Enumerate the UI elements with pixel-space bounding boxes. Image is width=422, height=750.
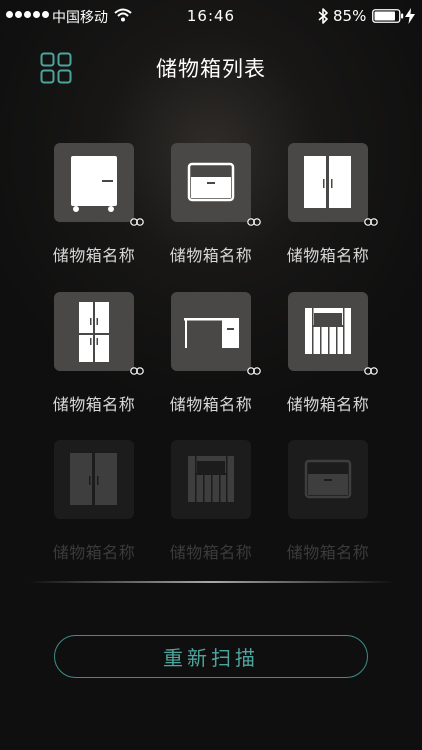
wardrobe-icon [70,453,117,505]
battery-percentage: 85% [333,7,367,25]
storage-box-icon-frame [288,292,378,375]
storage-box-name: 储物箱名称 [169,246,253,265]
page-title: 储物箱列表 [156,57,266,81]
storage-box-icon-frame [171,143,261,226]
bluetooth-icon [317,8,329,28]
double-door-fridge-icon [79,302,109,362]
storage-box-tile[interactable]: 储物箱名称 [44,440,144,563]
storage-box-name: 储物箱名称 [286,543,370,562]
storage-box-name: 储物箱名称 [52,543,136,562]
fridge-icon [71,156,117,212]
rescan-button[interactable]: 重新扫描 [54,635,368,678]
cabinet-icon [188,456,234,502]
storage-box-tile[interactable]: 储物箱名称 [44,292,144,415]
storage-box-tile[interactable]: 储物箱名称 [278,143,378,266]
storage-box-tile[interactable]: 储物箱名称 [44,143,144,266]
status-bar: 中国移动 16:46 85% [0,0,422,34]
storage-box-icon-frame [171,292,261,375]
storage-box-name: 储物箱名称 [169,395,253,414]
battery-icon [372,9,404,27]
storage-box-tile[interactable]: 储物箱名称 [161,440,261,563]
storage-box-icon-frame [288,143,378,226]
drawer-icon [187,162,235,202]
divider [28,581,394,583]
drawer-icon [304,459,352,499]
storage-box-tile[interactable]: 储物箱名称 [278,292,378,415]
storage-box-name: 储物箱名称 [52,246,136,265]
storage-box-icon-frame [288,440,368,519]
storage-box-tile[interactable]: 储物箱名称 [161,292,261,415]
storage-box-name: 储物箱名称 [286,395,370,414]
storage-box-list-screen: 中国移动 16:46 85% 储物箱列表 储物箱名称 储物箱名称 储物箱名称 储… [0,0,422,750]
wardrobe-icon [304,156,351,208]
storage-box-icon-frame [54,143,144,226]
storage-box-name: 储物箱名称 [52,395,136,414]
storage-box-icon-frame [54,440,134,519]
storage-box-name: 储物箱名称 [286,246,370,265]
cabinet-icon [305,308,351,354]
charging-icon [405,8,415,28]
storage-box-icon-frame [171,440,251,519]
storage-box-icon-frame [54,292,144,375]
storage-box-tile[interactable]: 储物箱名称 [278,440,378,563]
desk-icon [184,318,239,348]
storage-box-name: 储物箱名称 [169,543,253,562]
storage-box-tile[interactable]: 储物箱名称 [161,143,261,266]
